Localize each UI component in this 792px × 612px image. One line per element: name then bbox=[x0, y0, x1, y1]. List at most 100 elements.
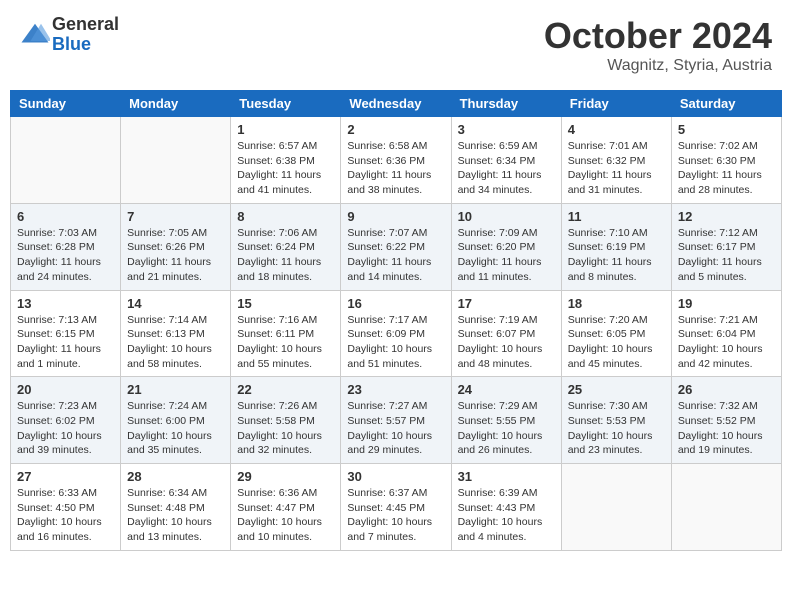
day-number: 31 bbox=[458, 469, 555, 484]
calendar-cell: 6 Sunrise: 7:03 AM Sunset: 6:28 PM Daylig… bbox=[11, 203, 121, 290]
day-info: Sunrise: 7:26 AM Sunset: 5:58 PM Dayligh… bbox=[237, 399, 334, 458]
day-number: 20 bbox=[17, 382, 114, 397]
day-info: Sunrise: 7:06 AM Sunset: 6:24 PM Dayligh… bbox=[237, 226, 334, 285]
day-info: Sunrise: 7:29 AM Sunset: 5:55 PM Dayligh… bbox=[458, 399, 555, 458]
day-number: 19 bbox=[678, 296, 775, 311]
day-info: Sunrise: 7:05 AM Sunset: 6:26 PM Dayligh… bbox=[127, 226, 224, 285]
day-number: 6 bbox=[17, 209, 114, 224]
day-number: 1 bbox=[237, 122, 334, 137]
calendar-cell: 9 Sunrise: 7:07 AM Sunset: 6:22 PM Daylig… bbox=[341, 203, 451, 290]
weekday-header-monday: Monday bbox=[121, 91, 231, 117]
calendar-cell bbox=[671, 464, 781, 551]
calendar-cell: 30Sunrise: 6:37 AM Sunset: 4:45 PM Dayli… bbox=[341, 464, 451, 551]
day-info: Sunrise: 6:59 AM Sunset: 6:34 PM Dayligh… bbox=[458, 139, 555, 198]
weekday-header-thursday: Thursday bbox=[451, 91, 561, 117]
day-number: 8 bbox=[237, 209, 334, 224]
day-info: Sunrise: 7:20 AM Sunset: 6:05 PM Dayligh… bbox=[568, 313, 665, 372]
calendar-week-row: 20 Sunrise: 7:23 AM Sunset: 6:02 PM Dayli… bbox=[11, 377, 782, 464]
calendar-cell: 24 Sunrise: 7:29 AM Sunset: 5:55 PM Dayli… bbox=[451, 377, 561, 464]
calendar-cell: 16 Sunrise: 7:17 AM Sunset: 6:09 PM Dayli… bbox=[341, 290, 451, 377]
day-number: 26 bbox=[678, 382, 775, 397]
day-number: 30 bbox=[347, 469, 444, 484]
day-info: Sunrise: 6:33 AM Sunset: 4:50 PM Dayligh… bbox=[17, 486, 114, 545]
day-info: Sunrise: 7:30 AM Sunset: 5:53 PM Dayligh… bbox=[568, 399, 665, 458]
calendar-cell: 15 Sunrise: 7:16 AM Sunset: 6:11 PM Dayli… bbox=[231, 290, 341, 377]
day-info: Sunrise: 7:17 AM Sunset: 6:09 PM Dayligh… bbox=[347, 313, 444, 372]
weekday-header-sunday: Sunday bbox=[11, 91, 121, 117]
calendar-week-row: 1 Sunrise: 6:57 AM Sunset: 6:38 PM Daylig… bbox=[11, 117, 782, 204]
day-number: 4 bbox=[568, 122, 665, 137]
day-info: Sunrise: 7:09 AM Sunset: 6:20 PM Dayligh… bbox=[458, 226, 555, 285]
day-info: Sunrise: 7:19 AM Sunset: 6:07 PM Dayligh… bbox=[458, 313, 555, 372]
day-info: Sunrise: 7:13 AM Sunset: 6:15 PM Dayligh… bbox=[17, 313, 114, 372]
logo-blue-text: Blue bbox=[52, 35, 119, 55]
logo-general-text: General bbox=[52, 15, 119, 35]
day-info: Sunrise: 7:12 AM Sunset: 6:17 PM Dayligh… bbox=[678, 226, 775, 285]
calendar-table: SundayMondayTuesdayWednesdayThursdayFrid… bbox=[10, 90, 782, 551]
page-header: General Blue October 2024 Wagnitz, Styri… bbox=[10, 10, 782, 80]
day-number: 17 bbox=[458, 296, 555, 311]
day-number: 29 bbox=[237, 469, 334, 484]
calendar-week-row: 13 Sunrise: 7:13 AM Sunset: 6:15 PM Dayli… bbox=[11, 290, 782, 377]
day-number: 13 bbox=[17, 296, 114, 311]
day-number: 5 bbox=[678, 122, 775, 137]
calendar-cell: 3 Sunrise: 6:59 AM Sunset: 6:34 PM Daylig… bbox=[451, 117, 561, 204]
day-number: 24 bbox=[458, 382, 555, 397]
logo-text: General Blue bbox=[52, 15, 119, 55]
day-number: 3 bbox=[458, 122, 555, 137]
day-info: Sunrise: 7:24 AM Sunset: 6:00 PM Dayligh… bbox=[127, 399, 224, 458]
calendar-cell: 20 Sunrise: 7:23 AM Sunset: 6:02 PM Dayli… bbox=[11, 377, 121, 464]
day-number: 11 bbox=[568, 209, 665, 224]
day-number: 15 bbox=[237, 296, 334, 311]
calendar-cell: 28Sunrise: 6:34 AM Sunset: 4:48 PM Dayli… bbox=[121, 464, 231, 551]
calendar-cell: 25 Sunrise: 7:30 AM Sunset: 5:53 PM Dayli… bbox=[561, 377, 671, 464]
day-info: Sunrise: 6:58 AM Sunset: 6:36 PM Dayligh… bbox=[347, 139, 444, 198]
calendar-cell: 5 Sunrise: 7:02 AM Sunset: 6:30 PM Daylig… bbox=[671, 117, 781, 204]
day-number: 9 bbox=[347, 209, 444, 224]
calendar-cell: 17 Sunrise: 7:19 AM Sunset: 6:07 PM Dayli… bbox=[451, 290, 561, 377]
calendar-cell: 4 Sunrise: 7:01 AM Sunset: 6:32 PM Daylig… bbox=[561, 117, 671, 204]
title-section: October 2024 Wagnitz, Styria, Austria bbox=[544, 15, 772, 75]
weekday-header-friday: Friday bbox=[561, 91, 671, 117]
day-number: 16 bbox=[347, 296, 444, 311]
day-number: 12 bbox=[678, 209, 775, 224]
day-number: 27 bbox=[17, 469, 114, 484]
day-info: Sunrise: 7:10 AM Sunset: 6:19 PM Dayligh… bbox=[568, 226, 665, 285]
day-info: Sunrise: 7:27 AM Sunset: 5:57 PM Dayligh… bbox=[347, 399, 444, 458]
calendar-cell: 18 Sunrise: 7:20 AM Sunset: 6:05 PM Dayli… bbox=[561, 290, 671, 377]
calendar-cell: 19 Sunrise: 7:21 AM Sunset: 6:04 PM Dayli… bbox=[671, 290, 781, 377]
day-info: Sunrise: 6:57 AM Sunset: 6:38 PM Dayligh… bbox=[237, 139, 334, 198]
day-info: Sunrise: 7:32 AM Sunset: 5:52 PM Dayligh… bbox=[678, 399, 775, 458]
calendar-cell: 10 Sunrise: 7:09 AM Sunset: 6:20 PM Dayli… bbox=[451, 203, 561, 290]
day-number: 7 bbox=[127, 209, 224, 224]
calendar-cell: 8 Sunrise: 7:06 AM Sunset: 6:24 PM Daylig… bbox=[231, 203, 341, 290]
day-info: Sunrise: 7:02 AM Sunset: 6:30 PM Dayligh… bbox=[678, 139, 775, 198]
month-title: October 2024 bbox=[544, 15, 772, 57]
calendar-cell: 7 Sunrise: 7:05 AM Sunset: 6:26 PM Daylig… bbox=[121, 203, 231, 290]
weekday-header-tuesday: Tuesday bbox=[231, 91, 341, 117]
day-info: Sunrise: 7:21 AM Sunset: 6:04 PM Dayligh… bbox=[678, 313, 775, 372]
calendar-cell: 31 Sunrise: 6:39 AM Sunset: 4:43 PM Dayli… bbox=[451, 464, 561, 551]
day-number: 18 bbox=[568, 296, 665, 311]
day-info: Sunrise: 7:07 AM Sunset: 6:22 PM Dayligh… bbox=[347, 226, 444, 285]
calendar-cell: 11 Sunrise: 7:10 AM Sunset: 6:19 PM Dayli… bbox=[561, 203, 671, 290]
calendar-cell: 14Sunrise: 7:14 AM Sunset: 6:13 PM Dayli… bbox=[121, 290, 231, 377]
calendar-cell: 2 Sunrise: 6:58 AM Sunset: 6:36 PM Daylig… bbox=[341, 117, 451, 204]
calendar-week-row: 6 Sunrise: 7:03 AM Sunset: 6:28 PM Daylig… bbox=[11, 203, 782, 290]
weekday-header-wednesday: Wednesday bbox=[341, 91, 451, 117]
day-number: 10 bbox=[458, 209, 555, 224]
calendar-cell: 12 Sunrise: 7:12 AM Sunset: 6:17 PM Dayli… bbox=[671, 203, 781, 290]
day-info: Sunrise: 7:16 AM Sunset: 6:11 PM Dayligh… bbox=[237, 313, 334, 372]
day-number: 28 bbox=[127, 469, 224, 484]
day-number: 25 bbox=[568, 382, 665, 397]
day-info: Sunrise: 7:01 AM Sunset: 6:32 PM Dayligh… bbox=[568, 139, 665, 198]
day-number: 2 bbox=[347, 122, 444, 137]
logo: General Blue bbox=[20, 15, 119, 55]
calendar-cell: 23 Sunrise: 7:27 AM Sunset: 5:57 PM Dayli… bbox=[341, 377, 451, 464]
day-info: Sunrise: 6:39 AM Sunset: 4:43 PM Dayligh… bbox=[458, 486, 555, 545]
day-info: Sunrise: 7:03 AM Sunset: 6:28 PM Dayligh… bbox=[17, 226, 114, 285]
calendar-cell bbox=[561, 464, 671, 551]
day-info: Sunrise: 7:23 AM Sunset: 6:02 PM Dayligh… bbox=[17, 399, 114, 458]
logo-icon bbox=[20, 20, 50, 50]
day-number: 23 bbox=[347, 382, 444, 397]
